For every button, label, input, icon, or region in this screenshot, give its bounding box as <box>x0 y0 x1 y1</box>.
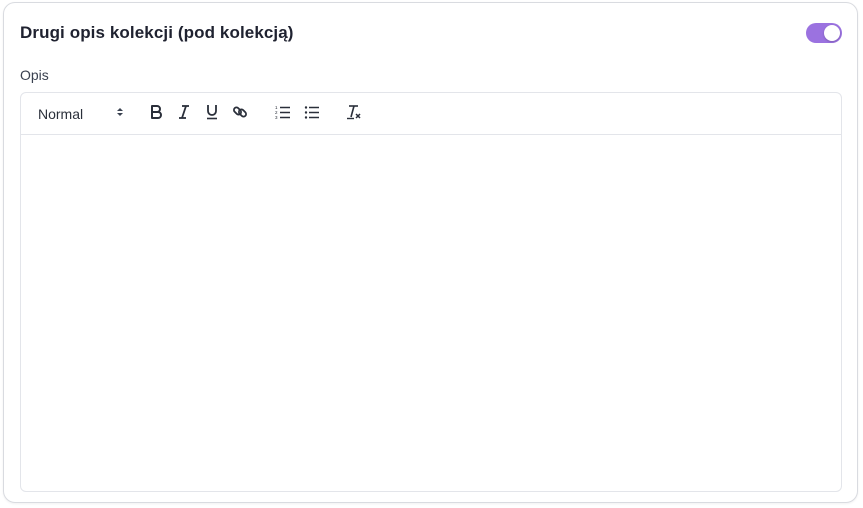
editor-toolbar: Normal 1 2 3 <box>21 93 841 135</box>
up-down-chevron-icon <box>116 105 124 123</box>
clear-formatting-button[interactable] <box>343 104 365 124</box>
link-button[interactable] <box>229 104 251 124</box>
italic-button[interactable] <box>173 104 195 124</box>
collection-description-card: Drugi opis kolekcji (pod kolekcją) Opis … <box>3 2 858 503</box>
ordered-list-button[interactable]: 1 2 3 <box>272 104 294 124</box>
underline-icon <box>205 104 219 125</box>
card-header: Drugi opis kolekcji (pod kolekcją) <box>20 19 842 47</box>
editor-content-area[interactable] <box>21 135 841 491</box>
section-toggle[interactable] <box>806 23 842 43</box>
format-select-value: Normal <box>38 106 84 122</box>
svg-text:3: 3 <box>275 115 278 120</box>
bold-icon <box>149 104 163 125</box>
section-title: Drugi opis kolekcji (pod kolekcją) <box>20 23 294 42</box>
field-label: Opis <box>20 67 49 83</box>
toggle-knob <box>824 25 840 41</box>
rich-text-editor: Normal 1 2 3 <box>20 92 842 492</box>
ordered-list-icon: 1 2 3 <box>275 104 291 125</box>
format-select[interactable]: Normal <box>38 104 124 124</box>
italic-icon <box>177 104 191 125</box>
link-icon <box>232 104 248 125</box>
bullet-list-button[interactable] <box>301 104 323 124</box>
bullet-list-icon <box>304 104 320 125</box>
clear-formatting-icon <box>346 104 362 125</box>
underline-button[interactable] <box>201 104 223 124</box>
bold-button[interactable] <box>145 104 167 124</box>
